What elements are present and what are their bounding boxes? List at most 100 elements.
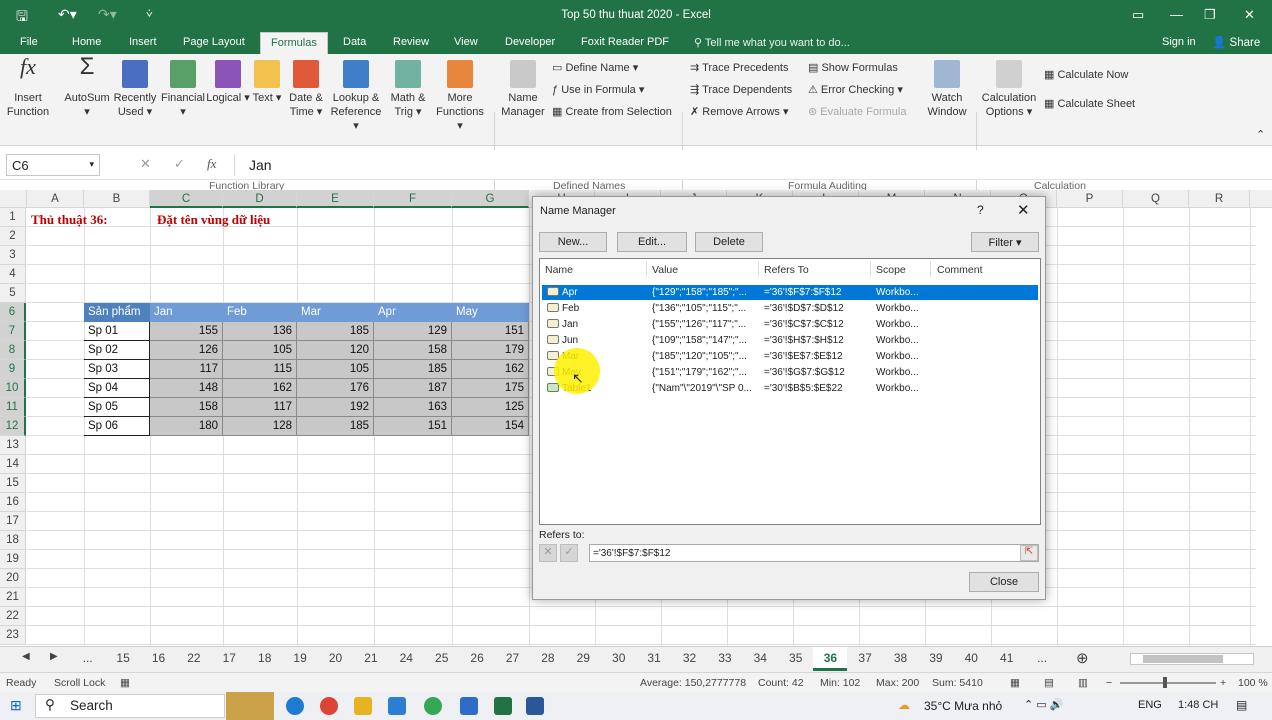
sheet-tab-25[interactable]: 25 [424,651,459,665]
tray-icons[interactable]: ⌃ ▭ 🔊 [1024,698,1063,711]
column-header-f[interactable]: F [374,190,452,208]
chrome-profile-icon[interactable] [424,697,442,715]
error-checking-button[interactable]: ⚠ Error Checking ▾ [808,83,903,96]
tab-foxit[interactable]: Foxit Reader PDF [581,36,669,48]
sheet-tab-21[interactable]: 21 [353,651,388,665]
value-cell[interactable]: 162 [452,360,529,379]
share-button[interactable]: 👤 Share [1212,35,1260,49]
tab-view[interactable]: View [454,36,478,48]
value-cell[interactable]: 185 [297,322,374,341]
sheet-tab-27[interactable]: 27 [495,651,530,665]
value-cell[interactable]: 175 [452,379,529,398]
value-cell[interactable]: 117 [223,398,297,417]
sheet-tab-28[interactable]: 28 [530,651,565,665]
value-cell[interactable]: 187 [374,379,452,398]
row-header-4[interactable]: 4 [0,265,26,284]
product-cell[interactable]: Sp 04 [84,379,150,398]
value-cell[interactable]: 120 [297,341,374,360]
enter-check-icon[interactable]: ✓ [174,156,185,172]
value-cell[interactable]: 179 [452,341,529,360]
name-row[interactable]: Feb {"136";"105";"115";"... ='36'!$D$7:$D$… [542,301,1038,316]
zoom-level[interactable]: 100 % [1238,677,1268,689]
lookup-reference-button[interactable]: Lookup & Reference ▾ [328,60,384,133]
close-button[interactable]: Close [969,572,1039,592]
value-cell[interactable]: 129 [374,322,452,341]
zoom-slider[interactable] [1120,682,1216,684]
value-cell[interactable]: 117 [150,360,223,379]
scroll-left-icon[interactable]: ◀ [22,651,30,662]
math-trig-button[interactable]: Math & Trig ▾ [386,60,430,119]
row-header-19[interactable]: 19 [0,550,26,569]
value-cell[interactable]: 192 [297,398,374,417]
zoom-slider-thumb[interactable] [1163,677,1167,688]
zoom-out-icon[interactable]: − [1106,677,1112,689]
sheet-tab-more[interactable]: ... [1024,651,1059,665]
value-cell[interactable]: 151 [452,322,529,341]
sheet-tab-29[interactable]: 29 [566,651,601,665]
sheet-tab-26[interactable]: 26 [459,651,494,665]
name-row[interactable]: May{"151";"179";"162";"...='36'!$G$7:$G$… [542,365,1038,380]
sheet-tab-33[interactable]: 33 [707,651,742,665]
row-header-23[interactable]: 23 [0,626,26,645]
table-header-cell[interactable]: Mar [297,303,374,322]
language-indicator[interactable]: ENG [1138,699,1162,711]
sheet-tab-36[interactable]: 36 [813,647,848,671]
show-formulas-button[interactable]: ▤ Show Formulas [808,61,898,74]
name-row[interactable]: Mar{"185";"120";"105";"...='36'!$E$7:$E$… [542,349,1038,364]
table-header-cell[interactable]: May [452,303,529,322]
text-button[interactable]: Text ▾ [252,60,282,105]
column-header-q[interactable]: Q [1123,190,1189,208]
column-header-c[interactable]: C [150,190,223,208]
edit-button[interactable]: Edit... [617,232,687,252]
product-cell[interactable]: Sp 03 [84,360,150,379]
insert-fx-icon[interactable]: fx [207,156,216,172]
sheet-tab-24[interactable]: 24 [389,651,424,665]
name-row[interactable]: Table1{"Nam"\"2019"\"SP 0...='30'!$B$5:$… [542,381,1038,396]
row-header-17[interactable]: 17 [0,512,26,531]
scroll-right-icon[interactable]: ▶ [50,651,58,662]
sheet-tab-39[interactable]: 39 [918,651,953,665]
row-header-21[interactable]: 21 [0,588,26,607]
sheet-tab-16[interactable]: 16 [141,651,176,665]
financial-button[interactable]: Financial ▾ [160,60,206,119]
sheet-tab-32[interactable]: 32 [672,651,707,665]
product-cell[interactable]: Sp 05 [84,398,150,417]
normal-view-icon[interactable]: ▦ [1010,677,1020,689]
formula-input[interactable]: Jan [234,154,1266,176]
remove-arrows-button[interactable]: ✗ Remove Arrows ▾ [690,105,789,118]
sign-in-link[interactable]: Sign in [1162,36,1196,48]
delete-button[interactable]: Delete [695,232,763,252]
col-name-header[interactable]: Name [545,264,573,276]
value-cell[interactable]: 136 [223,322,297,341]
zoom-in-icon[interactable]: + [1220,677,1226,689]
value-cell[interactable]: 115 [223,360,297,379]
row-header-9[interactable]: 9 [0,360,26,379]
column-header-e[interactable]: E [297,190,374,208]
refers-to-input[interactable]: ='36'!$F$7:$F$12 [589,544,1039,562]
row-header-13[interactable]: 13 [0,436,26,455]
calculate-now-button[interactable]: ▦ Calculate Now [1044,68,1128,81]
row-header-15[interactable]: 15 [0,474,26,493]
sheet-tab-34[interactable]: 34 [743,651,778,665]
sheet-tab-20[interactable]: 20 [318,651,353,665]
name-manager-button[interactable]: Name Manager [498,60,548,119]
edge-icon[interactable] [286,697,304,715]
value-cell[interactable]: 148 [150,379,223,398]
page-layout-view-icon[interactable]: ▤ [1044,677,1054,689]
value-cell[interactable]: 185 [297,417,374,436]
macro-record-icon[interactable]: ▦ [120,677,130,689]
mail-icon[interactable] [388,697,406,715]
row-header-10[interactable]: 10 [0,379,26,398]
value-cell[interactable]: 105 [297,360,374,379]
row-header-5[interactable]: 5 [0,284,26,303]
date-time-button[interactable]: Date & Time ▾ [284,60,328,119]
sheet-tab-18[interactable]: 18 [247,651,282,665]
recently-used-button[interactable]: Recently Used ▾ [112,60,158,119]
sheet-tab-40[interactable]: 40 [954,651,989,665]
filter-button[interactable]: Filter ▾ [971,232,1039,252]
value-cell[interactable]: 180 [150,417,223,436]
collapse-ribbon-icon[interactable]: ⌃ [1256,128,1265,141]
value-cell[interactable]: 105 [223,341,297,360]
name-box[interactable]: C6 ▾ [6,154,100,176]
sheet-tab-41[interactable]: 41 [989,651,1024,665]
